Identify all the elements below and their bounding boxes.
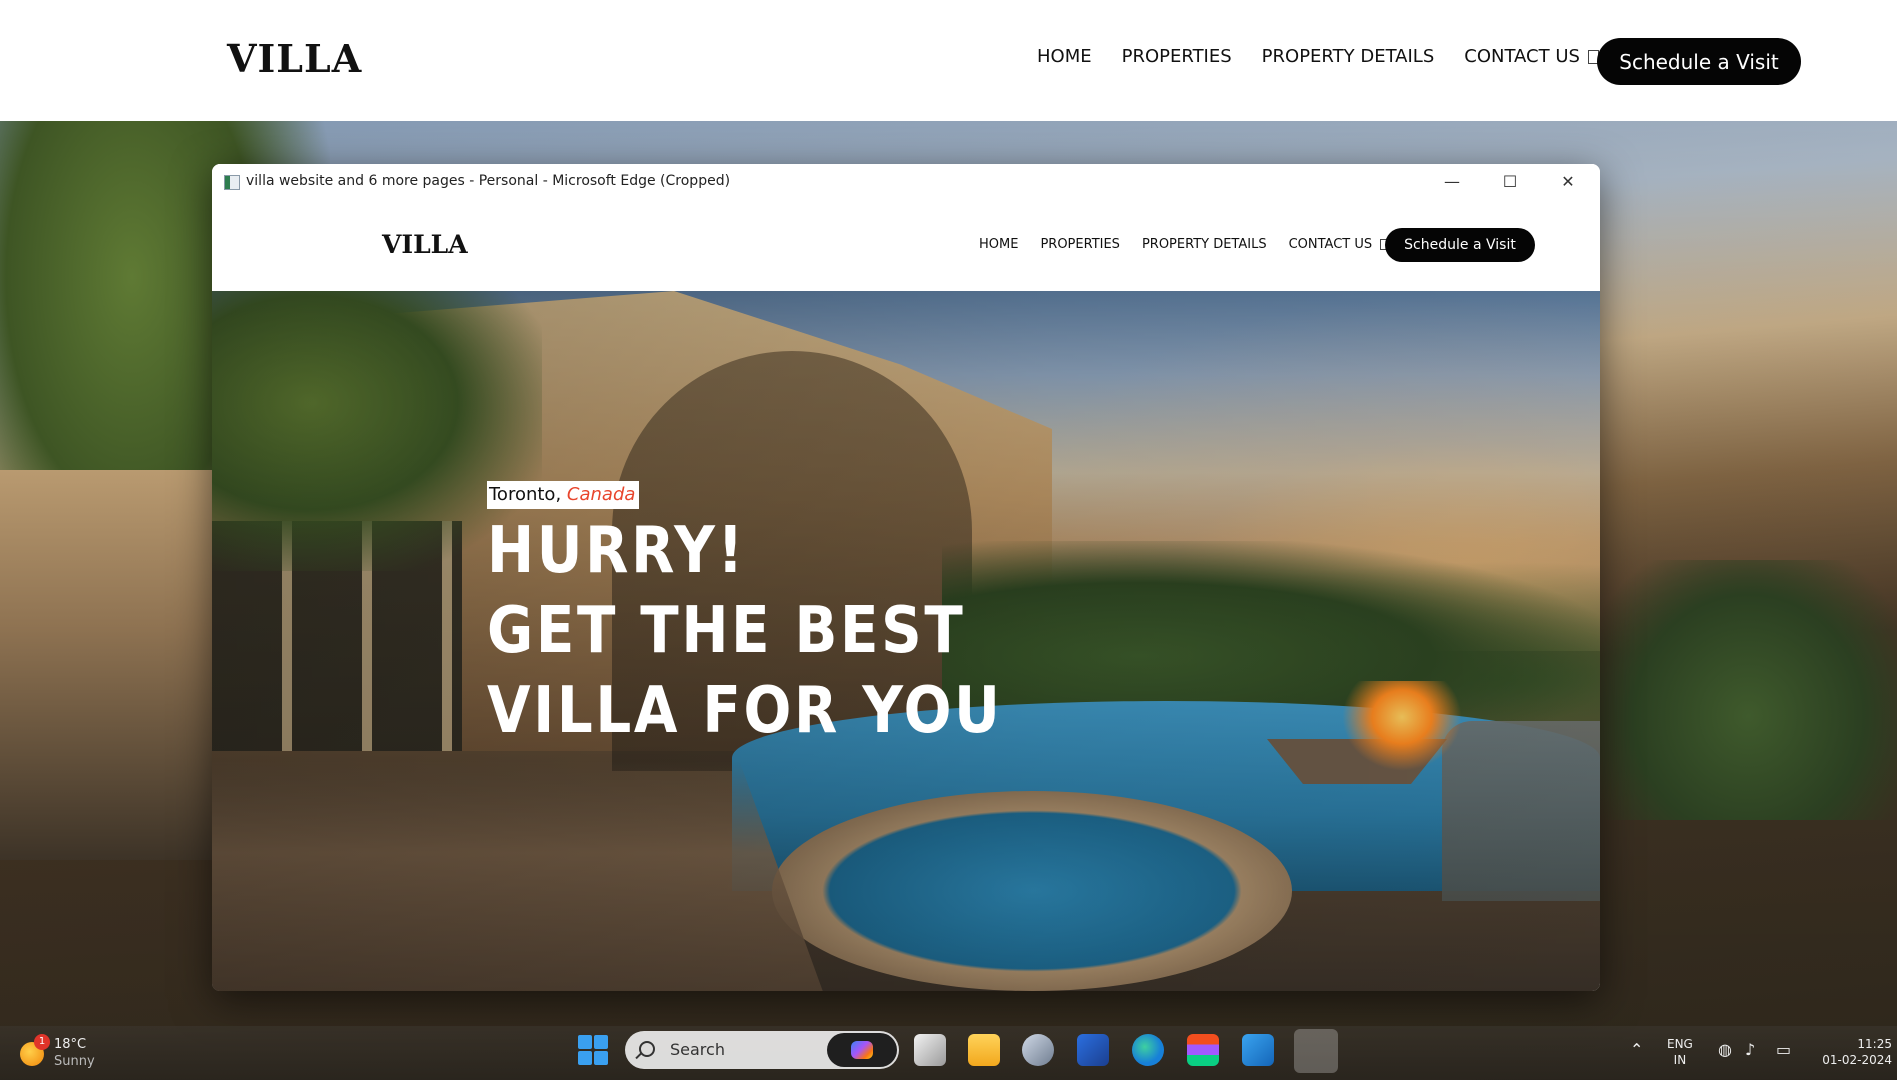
battery-icon[interactable]: ▭ xyxy=(1776,1040,1791,1059)
background-trees-right xyxy=(1600,560,1897,820)
weather-condition: Sunny xyxy=(54,1054,95,1069)
weather-widget[interactable]: 1 18°C Sunny xyxy=(20,1034,95,1070)
browser-tab-icon xyxy=(224,175,240,190)
start-button[interactable] xyxy=(578,1035,608,1065)
figma-icon[interactable] xyxy=(1187,1034,1219,1066)
hero-headline-line: HURRY! xyxy=(487,514,746,588)
hero-city: Toronto, xyxy=(489,484,562,505)
windows-logo-icon xyxy=(594,1035,608,1049)
nav-properties[interactable]: PROPERTIES xyxy=(1040,237,1120,252)
maximize-icon[interactable]: ☐ xyxy=(1498,170,1522,194)
search-icon xyxy=(639,1041,655,1057)
schedule-visit-button[interactable]: Schedule a Visit xyxy=(1385,228,1535,262)
site-nav: HOME PROPERTIES PROPERTY DETAILS CONTACT… xyxy=(979,237,1389,252)
language-code: ENG xyxy=(1667,1037,1693,1051)
network-icon[interactable]: ◍ xyxy=(1718,1040,1732,1059)
copilot-icon xyxy=(851,1041,873,1059)
store-icon[interactable] xyxy=(1077,1034,1109,1066)
hero-country: Canada xyxy=(566,484,636,505)
windows-logo-icon xyxy=(594,1051,608,1065)
nav-home[interactable]: HOME xyxy=(979,237,1018,252)
close-icon[interactable]: ✕ xyxy=(1556,170,1580,194)
chevron-up-icon[interactable]: ⌃ xyxy=(1630,1040,1643,1059)
edge-window: villa website and 6 more pages - Persona… xyxy=(212,164,1600,991)
copilot-button[interactable] xyxy=(827,1033,897,1067)
background-nav-contact[interactable]: CONTACT US xyxy=(1464,46,1580,67)
volume-icon[interactable]: ♪ xyxy=(1745,1040,1755,1059)
weather-text: 18°C Sunny xyxy=(54,1036,95,1070)
clock-time: 11:25 xyxy=(1857,1037,1892,1051)
sun-icon: 1 xyxy=(20,1034,50,1066)
active-app-icon[interactable] xyxy=(1294,1029,1338,1073)
minimize-icon[interactable]: — xyxy=(1440,170,1464,194)
hero-headline-line: GET THE BEST xyxy=(487,594,966,668)
windows-logo-icon xyxy=(578,1035,592,1049)
site-logo[interactable]: VILLA xyxy=(382,230,468,259)
vscode-icon[interactable] xyxy=(1242,1034,1274,1066)
site-header: VILLA HOME PROPERTIES PROPERTY DETAILS C… xyxy=(212,200,1600,291)
hero-location-tag: Toronto, Canada xyxy=(487,481,640,509)
notification-badge: 1 xyxy=(34,1034,50,1050)
camera-icon[interactable] xyxy=(1022,1034,1054,1066)
windows-logo-icon xyxy=(578,1051,592,1065)
clock-date: 01-02-2024 xyxy=(1822,1053,1892,1067)
window-titlebar[interactable]: villa website and 6 more pages - Persona… xyxy=(212,164,1600,200)
nav-property-details[interactable]: PROPERTY DETAILS xyxy=(1142,237,1267,252)
background-nav-property-details[interactable]: PROPERTY DETAILS xyxy=(1262,46,1435,67)
background-site-nav: HOME PROPERTIES PROPERTY DETAILS CONTACT… xyxy=(1037,46,1601,67)
taskbar xyxy=(0,1026,1897,1080)
file-explorer-icon[interactable] xyxy=(968,1034,1000,1066)
hero-headline-line: VILLA FOR YOU xyxy=(487,674,1003,748)
background-schedule-visit-button[interactable]: Schedule a Visit xyxy=(1597,38,1801,85)
edge-icon[interactable] xyxy=(1132,1034,1164,1066)
background-site-logo[interactable]: VILLA xyxy=(227,36,362,81)
hero-section: Toronto, Canada HURRY! GET THE BEST VILL… xyxy=(212,291,1600,991)
background-site-header: VILLA HOME PROPERTIES PROPERTY DETAILS C… xyxy=(0,0,1897,121)
task-view-icon[interactable] xyxy=(914,1034,946,1066)
hero-headline: HURRY! GET THE BEST VILLA FOR YOU xyxy=(487,511,1003,751)
taskbar-search[interactable]: Search xyxy=(625,1031,899,1069)
window-title: villa website and 6 more pages - Persona… xyxy=(246,173,731,189)
background-nav-properties[interactable]: PROPERTIES xyxy=(1122,46,1232,67)
background-nav-home[interactable]: HOME xyxy=(1037,46,1092,67)
region-code: IN xyxy=(1673,1053,1687,1067)
language-indicator[interactable]: ENG IN xyxy=(1667,1036,1693,1068)
weather-temp: 18°C xyxy=(54,1037,87,1052)
search-label: Search xyxy=(670,1040,725,1059)
clock[interactable]: 11:25 01-02-2024 xyxy=(1820,1036,1892,1068)
nav-contact-us[interactable]: CONTACT US xyxy=(1289,237,1373,252)
